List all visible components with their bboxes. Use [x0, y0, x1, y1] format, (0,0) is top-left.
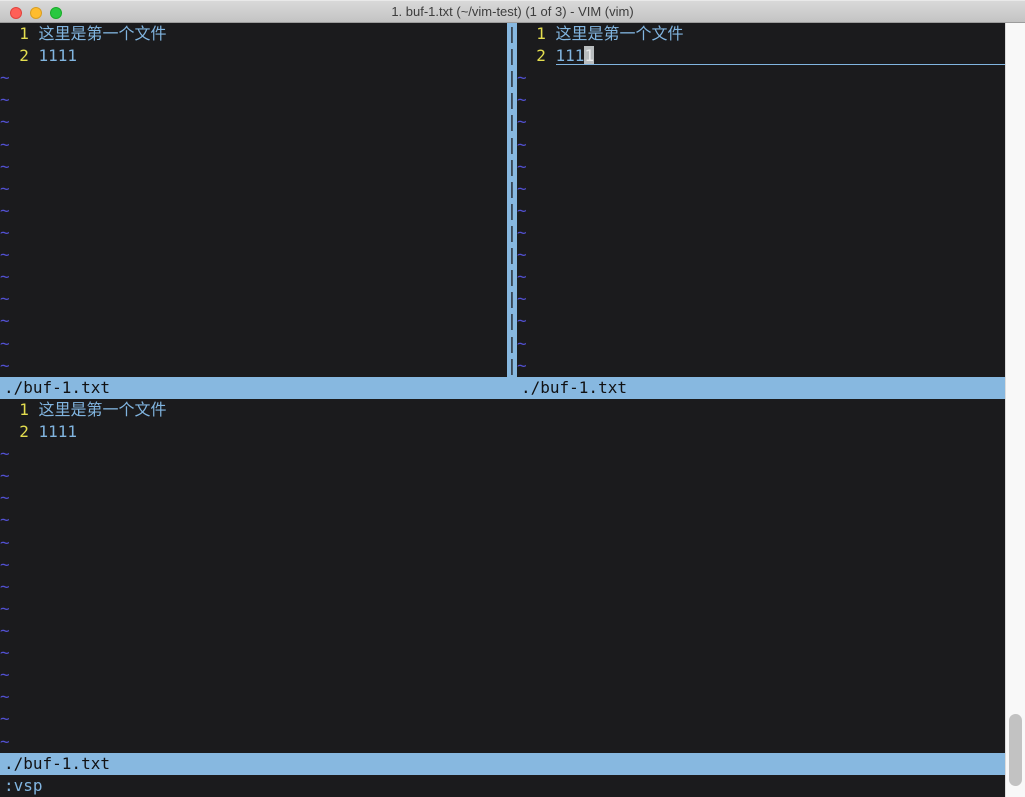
vim-window-bottom[interactable]: 1 这里是第一个文件 2 1111 ~~~~~~~~~~~~~~ [0, 399, 1005, 753]
tilde-empty-line: ~ [517, 356, 527, 375]
command-line[interactable]: :vsp [0, 775, 1005, 797]
line-text: 这里是第一个文件 [39, 24, 167, 43]
separator-bar: | [507, 334, 517, 353]
line-number: 1 [517, 24, 556, 43]
tilde-empty-line: ~ [517, 245, 527, 264]
tilde-empty-line: ~ [517, 201, 527, 220]
tilde-empty-line: ~ [0, 621, 10, 640]
buffer-line: 2 1111 [0, 421, 1005, 443]
close-button[interactable] [10, 7, 22, 19]
tilde-empty-line: ~ [0, 267, 10, 286]
tilde-empty-line: ~ [0, 732, 10, 751]
buffer-line: 1 这里是第一个文件 [0, 23, 507, 45]
scrollbar[interactable] [1005, 23, 1025, 797]
tilde-empty-line: ~ [0, 466, 10, 485]
separator-bar: | [507, 112, 517, 131]
separator-bar: | [507, 68, 517, 87]
tilde-empty-line: ~ [0, 665, 10, 684]
line-number: 2 [0, 46, 39, 65]
line-text: 111 [556, 46, 585, 65]
separator-bar: | [507, 90, 517, 109]
separator-bar: | [507, 135, 517, 154]
traffic-lights [10, 7, 62, 19]
block-cursor: 1 [584, 46, 594, 65]
status-line-top: ./buf-1.txt ./buf-1.txt [0, 377, 1005, 399]
tilde-empty-line: ~ [0, 157, 10, 176]
tilde-empty-line: ~ [0, 179, 10, 198]
tilde-empty-line: ~ [0, 599, 10, 618]
tilde-empty-line: ~ [0, 577, 10, 596]
tilde-empty-line: ~ [0, 135, 10, 154]
vim-window-top-right[interactable]: 1 这里是第一个文件 2 1111 ~ ~ ~ ~ ~ ~ ~ ~ ~ ~ ~ ~ ~ ~ [517, 23, 1005, 377]
tilde-empty-line: ~ [517, 112, 527, 131]
tilde-empty-line: ~ [517, 267, 527, 286]
tilde-empty-line: ~ [0, 289, 10, 308]
tilde-empty-line: ~ [0, 201, 10, 220]
status-line-bottom: ./buf-1.txt [0, 753, 1005, 775]
cursor-line-underline: 1111 [556, 45, 1005, 65]
tilde-empty-line: ~ [0, 112, 10, 131]
tilde-empty-line: ~ [517, 334, 527, 353]
buffer-line: 1 这里是第一个文件 [0, 399, 1005, 421]
separator-bar: | [507, 356, 517, 375]
tilde-empty-line: ~ [0, 334, 10, 353]
buffer-line-active: 2 1111 [517, 45, 1005, 67]
vim-text-area: 1 这里是第一个文件 2 1111 ~~~~~~~~~~~~~~ |||||||… [0, 23, 1005, 797]
tilde-empty-line: ~ [517, 68, 527, 87]
line-number: 1 [0, 24, 39, 43]
separator-bar: | [507, 311, 517, 330]
tilde-empty-line: ~ [0, 356, 10, 375]
separator-bar: | [507, 24, 517, 43]
tilde-empty-line: ~ [0, 510, 10, 529]
tilde-empty-line: ~ [0, 311, 10, 330]
zoom-button[interactable] [50, 7, 62, 19]
tilde-empty-line: ~ [0, 687, 10, 706]
tilde-empty-line: ~ [517, 135, 527, 154]
scrollbar-thumb[interactable] [1009, 714, 1022, 786]
tilde-empty-line: ~ [0, 488, 10, 507]
tilde-empty-line: ~ [517, 311, 527, 330]
tilde-empty-line: ~ [0, 223, 10, 242]
top-split-region: 1 这里是第一个文件 2 1111 ~~~~~~~~~~~~~~ |||||||… [0, 23, 1005, 377]
vim-window-top-left[interactable]: 1 这里是第一个文件 2 1111 ~ ~ ~ ~ ~ ~ ~ ~ ~ ~ ~ ~ ~ ~ [0, 23, 507, 377]
separator-bar: | [507, 223, 517, 242]
tilde-empty-line: ~ [0, 90, 10, 109]
minimize-button[interactable] [30, 7, 42, 19]
separator-bar: | [507, 179, 517, 198]
macvim-window: 1. buf-1.txt (~/vim-test) (1 of 3) - VIM… [0, 0, 1025, 797]
tilde-empty-line: ~ [517, 289, 527, 308]
tilde-empty-line: ~ [0, 533, 10, 552]
separator-bar: | [507, 289, 517, 308]
separator-bar: | [507, 201, 517, 220]
tilde-empty-line: ~ [0, 643, 10, 662]
titlebar[interactable]: 1. buf-1.txt (~/vim-test) (1 of 3) - VIM… [0, 0, 1025, 23]
separator-bar: | [507, 157, 517, 176]
tilde-empty-line: ~ [0, 709, 10, 728]
buffer-line: 1 这里是第一个文件 [517, 23, 1005, 45]
window-title: 1. buf-1.txt (~/vim-test) (1 of 3) - VIM… [0, 1, 1025, 24]
vertical-split-separator[interactable]: | | | | | | | | | | | | | | | | [507, 23, 517, 377]
tilde-empty-line: ~ [517, 179, 527, 198]
status-filename-left: ./buf-1.txt [4, 377, 110, 399]
status-filename-right: ./buf-1.txt [521, 377, 627, 399]
tilde-empty-line: ~ [0, 555, 10, 574]
separator-bar: | [507, 46, 517, 65]
tilde-empty-line: ~ [517, 223, 527, 242]
line-text: 1111 [39, 46, 78, 65]
tilde-empty-line: ~ [517, 157, 527, 176]
tilde-empty-line: ~ [517, 90, 527, 109]
separator-bar: | [507, 267, 517, 286]
line-number: 2 [517, 45, 556, 67]
buffer-line: 2 1111 [0, 45, 507, 67]
status-filename-bottom: ./buf-1.txt [4, 753, 110, 775]
separator-bar: | [507, 245, 517, 264]
line-text: 这里是第一个文件 [556, 24, 684, 43]
tilde-empty-line: ~ [0, 68, 10, 87]
tilde-empty-line: ~ [0, 245, 10, 264]
